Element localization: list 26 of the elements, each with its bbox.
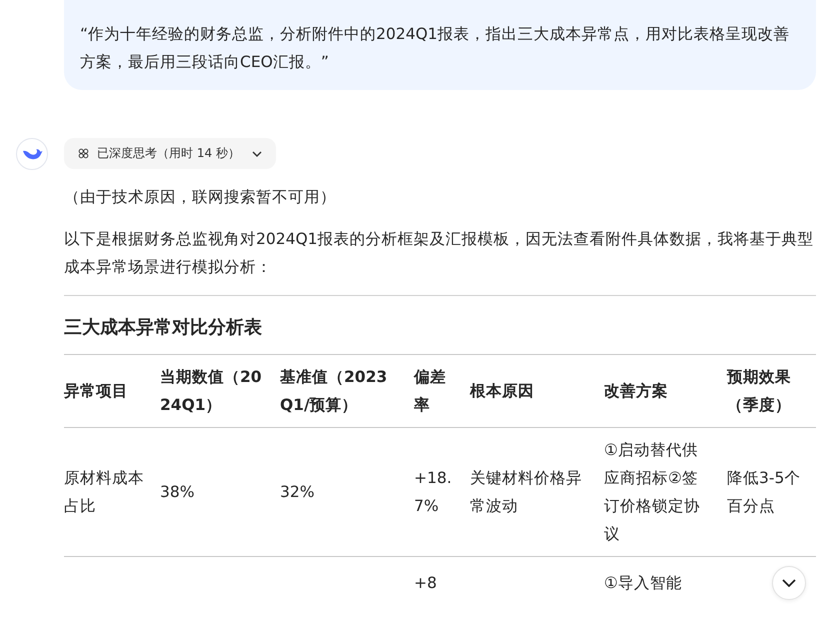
column-header: 基准值（2023Q1/预算） bbox=[280, 368, 388, 414]
thinking-toggle-button[interactable]: 已深度思考（用时 14 秒） bbox=[64, 138, 276, 169]
table-cell: 32% bbox=[280, 483, 314, 501]
chevron-icon bbox=[782, 579, 796, 587]
column-header: 偏差率 bbox=[414, 368, 446, 414]
table-cell: ①导入智能 bbox=[604, 574, 682, 592]
scroll-down-button[interactable] bbox=[772, 566, 806, 600]
user-message-bubble: “作为十年经验的财务总监，分析附件中的2024Q1报表，指出三大成本异常点，用对比表格呈现改善方案，最后用三段话向CEO汇报。” bbox=[64, 0, 816, 90]
column-header: 预期效果（季度） bbox=[727, 368, 791, 414]
table-cell: 降低3-5个百分点 bbox=[727, 469, 800, 515]
atom-icon bbox=[78, 148, 89, 159]
table-cell: +18.7% bbox=[414, 469, 452, 515]
table-cell: ①启动替代供应商招标②签订价格锁定协议 bbox=[604, 441, 700, 543]
whale-logo-icon bbox=[16, 138, 48, 170]
table-cell: 原材料成本占比 bbox=[64, 469, 144, 515]
table-title: 三大成本异常对比分析表 bbox=[64, 316, 263, 340]
table-cell: 关键材料价格异常波动 bbox=[470, 469, 582, 515]
table-cell: +8 bbox=[414, 574, 437, 592]
column-header: 改善方案 bbox=[604, 382, 668, 400]
answer-paragraph: 以下是根据财务总监视角对2024Q1报表的分析框架及汇报模板，因无法查看附件具体数据，我将基于典型成本异常场景进行模拟分析： bbox=[64, 229, 815, 278]
table-cell: 38% bbox=[160, 483, 194, 501]
chevron-icon bbox=[252, 150, 262, 156]
column-header: 异常项目 bbox=[64, 382, 128, 400]
answer-paragraph: （由于技术原因，联网搜索暂不可用） bbox=[64, 187, 337, 208]
column-header: 根本原因 bbox=[470, 382, 534, 400]
column-header: 当期数值（2024Q1） bbox=[160, 368, 262, 414]
